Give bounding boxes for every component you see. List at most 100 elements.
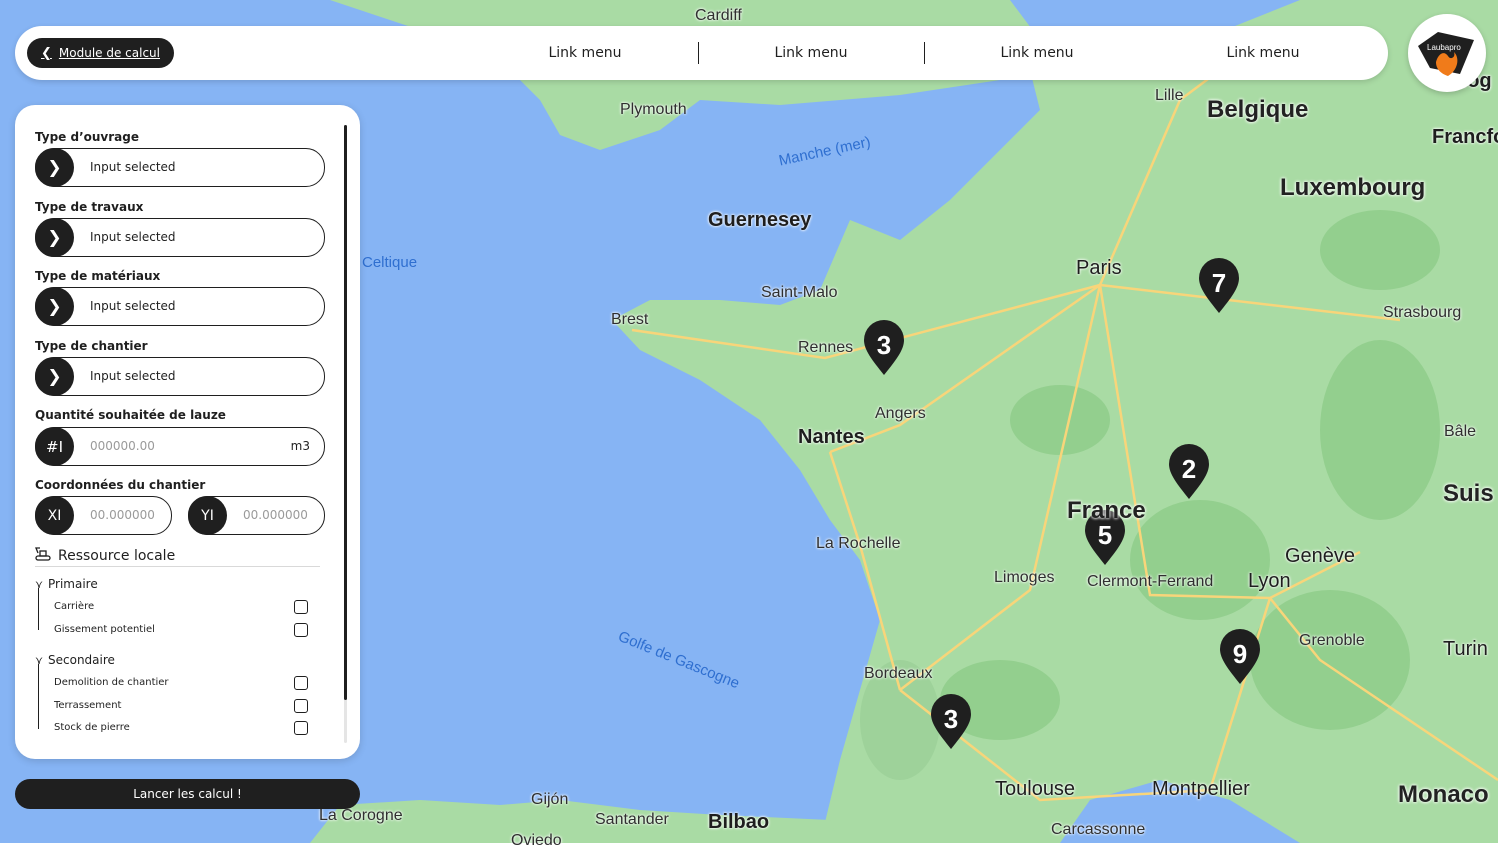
back-button[interactable]: ❮ Module de calcul: [27, 38, 174, 68]
city-label: Saint-Malo: [761, 284, 838, 301]
y-coord-icon: YI: [188, 496, 227, 535]
city-label: Brest: [611, 311, 649, 328]
quantity-placeholder: 000000.00: [90, 439, 155, 453]
collapse-icon[interactable]: ⋎: [35, 578, 43, 591]
nav-link-1[interactable]: Link menu: [485, 26, 685, 80]
city-label: Bordeaux: [864, 665, 933, 682]
laubapro-logo[interactable]: Laubapro: [1408, 14, 1486, 92]
option-terrassement-label: Terrassement: [54, 700, 122, 711]
city-label: Genève: [1285, 545, 1356, 567]
city-label: Angers: [875, 405, 926, 422]
collapse-icon[interactable]: ⋎: [35, 654, 43, 667]
group-primaire-label: Primaire: [48, 577, 98, 591]
back-button-label: Module de calcul: [58, 46, 160, 60]
option-terrassement-checkbox[interactable]: [294, 699, 308, 713]
coord-x-input[interactable]: XI 00.000000: [35, 496, 172, 535]
number-icon: #I: [35, 427, 74, 466]
coord-x-placeholder: 00.000000: [90, 508, 155, 522]
city-label: Clermont-Ferrand: [1087, 573, 1214, 590]
city-label: Francfo: [1432, 126, 1498, 148]
city-label: La Rochelle: [816, 535, 901, 552]
city-label: Toulouse: [995, 778, 1076, 800]
type-chantier-value: Input selected: [90, 369, 176, 383]
option-gisement-checkbox[interactable]: [294, 623, 308, 637]
top-nav-bar: ❮ Module de calcul Link menu Link menu L…: [15, 26, 1388, 80]
type-materiaux-label: Type de matériaux: [35, 269, 161, 283]
chevron-right-icon: ❯: [35, 218, 74, 257]
type-ouvrage-select[interactable]: ❯ Input selected: [35, 148, 325, 187]
type-ouvrage-value: Input selected: [90, 160, 176, 174]
coord-y-placeholder: 00.000000: [243, 508, 308, 522]
nav-link-3[interactable]: Link menu: [937, 26, 1137, 80]
city-label: Bilbao: [708, 811, 770, 833]
resource-section-title: Ressource locale: [58, 548, 176, 564]
city-label: Grenoble: [1299, 632, 1365, 649]
city-label: Lille: [1155, 87, 1184, 104]
coords-label: Coordonnées du chantier: [35, 478, 206, 492]
marker-count: 2: [1182, 454, 1196, 484]
city-label: Oviedo: [511, 832, 562, 849]
city-label: Paris: [1076, 257, 1122, 279]
city-label: Carcassonne: [1051, 821, 1146, 838]
city-label: Turin: [1443, 638, 1488, 660]
chevron-right-icon: ❯: [35, 148, 74, 187]
logo-mark: [1418, 32, 1474, 76]
type-travaux-select[interactable]: ❯ Input selected: [35, 218, 325, 257]
type-materiaux-select[interactable]: ❯ Input selected: [35, 287, 325, 326]
chevron-right-icon: ❯: [35, 357, 74, 396]
quantity-label: Quantité souhaitée de lauze: [35, 408, 226, 422]
x-coord-icon: XI: [35, 496, 74, 535]
quantity-unit: m3: [290, 439, 310, 453]
marker-count: 7: [1212, 268, 1226, 298]
coord-y-input[interactable]: YI 00.000000: [188, 496, 325, 535]
panel-scrollbar[interactable]: [344, 125, 347, 743]
city-label: Plymouth: [620, 101, 687, 118]
tree-line: [38, 588, 39, 630]
type-ouvrage-label: Type d’ouvrage: [35, 130, 139, 144]
island-label: Guernesey: [708, 209, 812, 231]
option-carriere-checkbox[interactable]: [294, 600, 308, 614]
calc-panel: Type d’ouvrage ❯ Input selected Type de …: [15, 105, 360, 759]
nav-separator: [924, 42, 925, 64]
city-label: Bâle: [1444, 423, 1477, 440]
launch-calc-button[interactable]: Lancer les calcul !: [15, 779, 360, 809]
city-label: Gijón: [531, 791, 569, 808]
type-chantier-label: Type de chantier: [35, 339, 148, 353]
divider: [35, 566, 320, 567]
marker-count: 9: [1233, 639, 1247, 669]
country-label: France: [1067, 497, 1146, 524]
country-label: Suis: [1443, 480, 1494, 507]
type-travaux-label: Type de travaux: [35, 200, 144, 214]
city-label: Strasbourg: [1383, 304, 1462, 321]
logo-text: Laubapro: [1427, 43, 1461, 52]
type-chantier-select[interactable]: ❯ Input selected: [35, 357, 325, 396]
city-label: Rennes: [798, 339, 854, 356]
marker-count: 3: [944, 704, 958, 734]
city-label: La Corogne: [319, 807, 403, 824]
scrollbar-thumb[interactable]: [344, 125, 347, 700]
option-stock-checkbox[interactable]: [294, 721, 308, 735]
type-materiaux-value: Input selected: [90, 299, 176, 313]
tree-line: [38, 664, 39, 729]
chevron-right-icon: ❯: [35, 287, 74, 326]
type-travaux-value: Input selected: [90, 230, 176, 244]
nav-link-2[interactable]: Link menu: [711, 26, 911, 80]
country-label: Monaco: [1398, 781, 1489, 808]
city-label: Lyon: [1248, 570, 1291, 592]
nav-link-4[interactable]: Link menu: [1163, 26, 1363, 80]
city-label: Santander: [595, 811, 669, 828]
country-label: Luxembourg: [1280, 174, 1426, 201]
option-demolition-checkbox[interactable]: [294, 676, 308, 690]
nav-separator: [698, 42, 699, 64]
quantity-input[interactable]: #I 000000.00 m3: [35, 427, 325, 466]
chevron-left-icon: ❮: [41, 45, 52, 61]
city-label: Limoges: [994, 569, 1055, 586]
marker-count: 3: [877, 330, 891, 360]
option-gisement-label: Gissement potentiel: [54, 624, 155, 635]
excavator-icon: [35, 547, 52, 566]
sea-label: Celtique: [362, 254, 418, 271]
option-demolition-label: Demolition de chantier: [54, 677, 169, 688]
country-label: Belgique: [1207, 96, 1309, 123]
city-label: Cardiff: [695, 7, 742, 24]
option-stock-label: Stock de pierre: [54, 722, 130, 733]
